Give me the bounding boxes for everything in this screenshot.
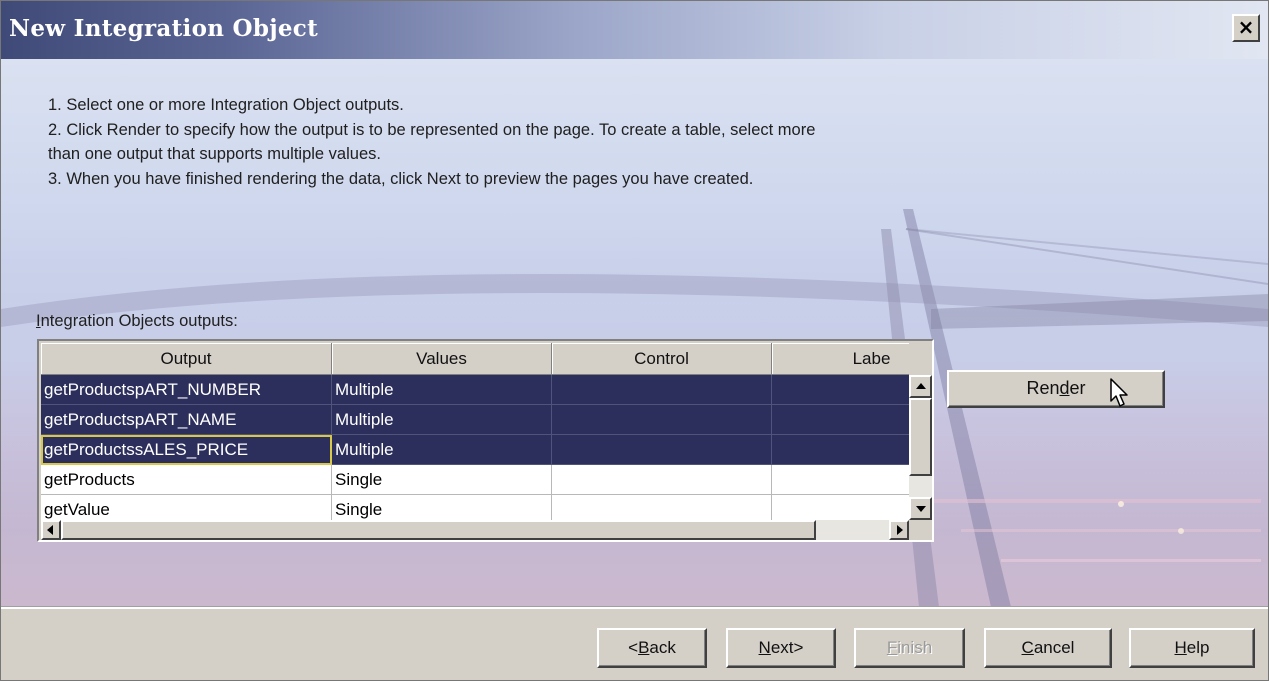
- label-cell[interactable]: [772, 375, 909, 405]
- close-button[interactable]: ×: [1232, 14, 1260, 42]
- arrow-left-icon: [47, 525, 53, 535]
- table-row[interactable]: getProductspART_NUMBER Multiple: [41, 375, 909, 405]
- values-cell[interactable]: Multiple: [332, 435, 552, 465]
- label-cell[interactable]: [772, 495, 909, 520]
- next-button[interactable]: Next>: [726, 628, 836, 668]
- outputs-label: Integration Objects outputs:: [36, 312, 238, 331]
- help-label-mnemonic: H: [1174, 638, 1187, 657]
- column-header-control[interactable]: Control: [552, 343, 772, 375]
- cancel-label-post: ancel: [1033, 638, 1075, 657]
- table-row[interactable]: getProducts Single: [41, 465, 909, 495]
- finish-button[interactable]: Finish: [854, 628, 965, 668]
- render-label-pre: Ren: [1026, 378, 1060, 398]
- cancel-button[interactable]: Cancel: [984, 628, 1112, 668]
- scrollbar-corner: [909, 520, 932, 540]
- render-label-mnemonic: d: [1059, 378, 1070, 398]
- help-label-post: elp: [1186, 638, 1210, 657]
- horizontal-scroll-thumb[interactable]: [61, 520, 816, 540]
- arrow-up-icon: [916, 383, 926, 389]
- column-header-output[interactable]: Output: [41, 343, 332, 375]
- back-label-post: ack: [649, 638, 676, 657]
- control-cell[interactable]: [552, 465, 772, 495]
- table-row[interactable]: getProductssALES_PRICE Multiple: [41, 435, 909, 465]
- scroll-right-button[interactable]: [889, 520, 909, 540]
- table-row[interactable]: getValue Single: [41, 495, 909, 520]
- next-label-post: ext>: [770, 638, 804, 657]
- control-cell[interactable]: [552, 435, 772, 465]
- vertical-scroll-thumb[interactable]: [909, 398, 932, 476]
- outputs-table: Output Values Control Labe getProductspA…: [37, 339, 934, 542]
- dialog-title: New Integration Object: [9, 15, 319, 42]
- instruction-line: 3. When you have finished rendering the …: [48, 169, 754, 188]
- instruction-line: 1. Select one or more Integration Object…: [48, 96, 404, 114]
- outputs-label-text: ntegration Objects outputs:: [40, 312, 238, 330]
- finish-label-mnemonic: F: [886, 638, 898, 657]
- output-cell[interactable]: getProducts: [41, 465, 332, 495]
- table-header: Output Values Control Labe: [41, 343, 909, 375]
- label-cell[interactable]: [772, 465, 909, 495]
- scroll-left-button[interactable]: [41, 520, 61, 540]
- values-cell[interactable]: Single: [332, 495, 552, 520]
- instruction-line: 2. Click Render to specify how the outpu…: [48, 120, 816, 139]
- button-bar: <Back Next> Finish Cancel Help: [1, 607, 1268, 680]
- new-integration-object-dialog: New Integration Object × 1. Select one o…: [0, 0, 1269, 681]
- output-cell[interactable]: getProductspART_NUMBER: [41, 375, 332, 405]
- arrow-right-icon: [897, 525, 903, 535]
- back-label-pre: <: [628, 638, 639, 657]
- label-cell[interactable]: [772, 405, 909, 435]
- values-cell[interactable]: Multiple: [332, 375, 552, 405]
- help-button[interactable]: Help: [1129, 628, 1255, 668]
- label-cell[interactable]: [772, 435, 909, 465]
- finish-label-post: inish: [897, 638, 933, 657]
- vertical-scrollbar[interactable]: [909, 375, 932, 520]
- instruction-line: than one output that supports multiple v…: [48, 145, 381, 163]
- close-icon: ×: [1237, 15, 1255, 39]
- scroll-up-button[interactable]: [909, 375, 932, 398]
- table-row[interactable]: getProductspART_NAME Multiple: [41, 405, 909, 435]
- horizontal-scrollbar[interactable]: [41, 520, 909, 540]
- mouse-pointer-icon: [1110, 378, 1128, 407]
- values-cell[interactable]: Multiple: [332, 405, 552, 435]
- instructions-text: 1. Select one or more Integration Object…: [48, 93, 1148, 191]
- cancel-label-mnemonic: C: [1021, 638, 1034, 657]
- control-cell[interactable]: [552, 495, 772, 520]
- outputs-table-grid: Output Values Control Labe getProductspA…: [41, 343, 909, 520]
- control-cell[interactable]: [552, 375, 772, 405]
- column-header-label[interactable]: Labe: [772, 343, 909, 375]
- back-button[interactable]: <Back: [597, 628, 707, 668]
- scroll-down-button[interactable]: [909, 497, 932, 520]
- arrow-down-icon: [916, 506, 926, 512]
- output-cell[interactable]: getProductspART_NAME: [41, 405, 332, 435]
- back-label-mnemonic: B: [638, 638, 650, 657]
- render-label-post: er: [1069, 378, 1086, 398]
- values-cell[interactable]: Single: [332, 465, 552, 495]
- output-cell[interactable]: getProductssALES_PRICE: [41, 435, 332, 465]
- output-cell[interactable]: getValue: [41, 495, 332, 520]
- control-cell[interactable]: [552, 405, 772, 435]
- column-header-values[interactable]: Values: [332, 343, 552, 375]
- next-label-mnemonic: N: [758, 638, 771, 657]
- title-bar[interactable]: New Integration Object ×: [1, 1, 1268, 59]
- dialog-content: 1. Select one or more Integration Object…: [1, 59, 1268, 607]
